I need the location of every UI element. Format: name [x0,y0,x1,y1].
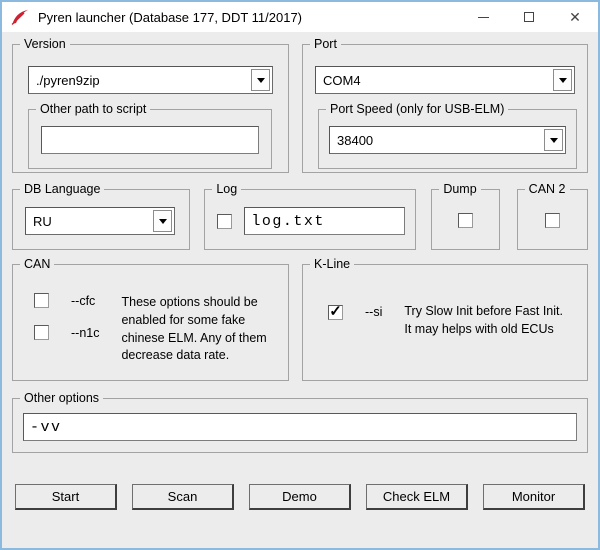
db-language-group: DB Language RU [12,189,190,250]
can-description: These options should be enabled for some… [121,294,266,365]
action-buttons-row: Start Scan Demo Check ELM Monitor [12,484,588,510]
dump-group-label: Dump [439,182,480,196]
version-select[interactable]: ./pyren9zip [28,66,273,94]
minimize-button[interactable] [460,2,506,32]
port-group-label: Port [310,37,341,51]
cfc-flag-label: --cfc [71,294,95,308]
minimize-icon [478,17,489,18]
window-title: Pyren launcher (Database 177, DDT 11/201… [38,10,302,25]
cfc-option-row: --cfc [34,293,99,308]
version-group-label: Version [20,37,70,51]
other-path-group: Other path to script [28,109,272,169]
port-speed-group: Port Speed (only for USB-ELM) 38400 [318,109,577,169]
can2-group: CAN 2 [517,189,588,250]
dump-checkbox[interactable] [458,213,473,228]
dropdown-arrow-icon[interactable] [251,69,270,91]
si-flag-label: --si [365,305,382,319]
log-checkbox[interactable] [217,214,232,229]
can-group-label: CAN [20,257,54,271]
other-options-group-label: Other options [20,391,103,405]
dump-group: Dump [431,189,499,250]
log-group-label: Log [212,182,241,196]
chevron-down-icon [550,138,558,143]
close-icon: ✕ [569,10,581,24]
db-language-select[interactable]: RU [25,207,175,235]
start-button[interactable]: Start [15,484,117,510]
log-filename-input[interactable] [244,207,405,235]
dropdown-arrow-icon[interactable] [153,210,172,232]
window-controls: ✕ [460,2,598,32]
demo-button[interactable]: Demo [249,484,351,510]
can2-checkbox[interactable] [545,213,560,228]
kline-group: K-Line ✓ --si Try Slow Init before Fast … [302,264,588,381]
si-checkbox[interactable]: ✓ [328,305,343,320]
scan-button[interactable]: Scan [132,484,234,510]
db-language-select-value: RU [33,214,52,229]
can-group: CAN --cfc --n1c These options should be … [12,264,289,381]
monitor-button[interactable]: Monitor [483,484,585,510]
other-path-group-label: Other path to script [36,102,150,116]
tk-feather-icon [11,9,31,26]
port-speed-select[interactable]: 38400 [329,126,566,154]
client-area: Version ./pyren9zip Other path to script… [2,32,598,548]
port-select[interactable]: COM4 [315,66,575,94]
cfc-checkbox[interactable] [34,293,49,308]
checkmark-icon: ✓ [329,304,342,319]
port-speed-select-value: 38400 [337,133,373,148]
n1c-flag-label: --n1c [71,326,99,340]
dropdown-arrow-icon[interactable] [553,69,572,91]
port-select-value: COM4 [323,73,361,88]
can2-group-label: CAN 2 [525,182,570,196]
other-options-input[interactable] [23,413,577,441]
version-select-value: ./pyren9zip [36,73,100,88]
titlebar[interactable]: Pyren launcher (Database 177, DDT 11/201… [2,2,598,32]
check-elm-button[interactable]: Check ELM [366,484,468,510]
other-path-input[interactable] [41,126,259,154]
chevron-down-icon [159,219,167,224]
maximize-icon [524,12,534,22]
other-options-group: Other options [12,398,588,453]
n1c-checkbox[interactable] [34,325,49,340]
kline-group-label: K-Line [310,257,354,271]
pyren-launcher-window: Pyren launcher (Database 177, DDT 11/201… [0,0,600,550]
n1c-option-row: --n1c [34,325,99,340]
chevron-down-icon [559,78,567,83]
chevron-down-icon [257,78,265,83]
port-speed-group-label: Port Speed (only for USB-ELM) [326,102,508,116]
version-group: Version ./pyren9zip Other path to script [12,44,289,173]
log-group: Log [204,189,416,250]
close-button[interactable]: ✕ [552,2,598,32]
maximize-button[interactable] [506,2,552,32]
db-language-group-label: DB Language [20,182,104,196]
dropdown-arrow-icon[interactable] [544,129,563,151]
kline-description: Try Slow Init before Fast Init. It may h… [404,303,563,339]
port-group: Port COM4 Port Speed (only for USB-ELM) … [302,44,588,173]
